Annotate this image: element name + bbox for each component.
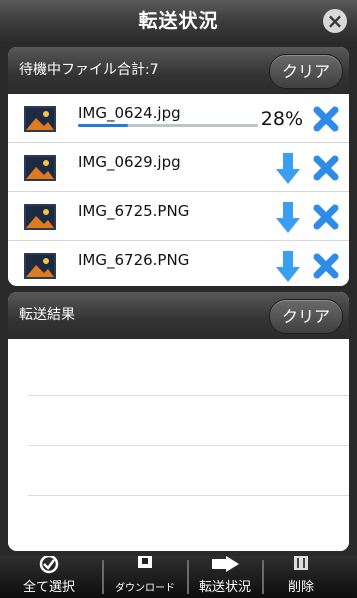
download-arrow-icon [276, 153, 300, 184]
toolbar-divider [102, 560, 104, 594]
select-all-button[interactable]: 全て選択 [0, 556, 98, 598]
transfer-panel: 待機中ファイル合計:7 クリア IMG_0624.jpg 28% IMG_062… [0, 42, 357, 556]
queue-clear-button[interactable]: クリア [269, 54, 343, 89]
image-file-icon [24, 253, 56, 279]
queue-count-label: 待機中ファイル合計:7 [19, 62, 159, 78]
list-item[interactable]: IMG_0624.jpg 28% [8, 94, 349, 143]
trash-icon [294, 556, 308, 570]
queue-section: 待機中ファイル合計:7 クリア IMG_0624.jpg 28% IMG_062… [8, 47, 349, 286]
download-icon [138, 556, 152, 568]
cancel-icon[interactable] [313, 253, 339, 279]
download-label: ダウンロード [115, 583, 175, 594]
transfer-status-label: 転送状況 [198, 580, 251, 595]
queue-header: 待機中ファイル合計:7 クリア [8, 47, 349, 94]
check-circle-icon [39, 556, 59, 574]
results-header: 転送結果 クリア [8, 292, 349, 339]
file-name: IMG_6726.PNG [78, 251, 190, 269]
progress-fill [78, 124, 129, 127]
close-button[interactable]: × [323, 9, 347, 33]
file-name: IMG_6725.PNG [78, 202, 190, 220]
divider [28, 495, 349, 496]
cancel-icon[interactable] [313, 155, 339, 181]
divider [28, 445, 349, 446]
transfer-status-button[interactable]: 転送状況 [191, 556, 259, 598]
results-section: 転送結果 クリア [8, 292, 349, 551]
bottom-toolbar: 全て選択 ダウンロード 転送状況 削除 [0, 556, 357, 598]
cancel-icon[interactable] [313, 204, 339, 230]
toolbar-divider [262, 560, 264, 594]
results-list[interactable] [8, 339, 349, 551]
image-file-icon [24, 106, 56, 132]
file-name: IMG_0629.jpg [78, 153, 181, 171]
close-icon: × [326, 9, 344, 33]
queue-list[interactable]: IMG_0624.jpg 28% IMG_0629.jpg IMG_6725.P… [8, 94, 349, 286]
progress-bar [78, 124, 258, 127]
file-name: IMG_0624.jpg [78, 104, 181, 122]
list-item[interactable]: IMG_0629.jpg [8, 143, 349, 192]
results-clear-button[interactable]: クリア [269, 299, 343, 334]
list-item[interactable]: IMG_6726.PNG [8, 241, 349, 286]
cancel-icon[interactable] [313, 106, 339, 132]
delete-button[interactable]: 削除 [266, 556, 336, 598]
select-all-label: 全て選択 [22, 580, 75, 595]
results-label: 転送結果 [19, 307, 75, 323]
list-item[interactable]: IMG_6725.PNG [8, 192, 349, 241]
download-arrow-icon [276, 251, 300, 282]
toolbar-divider [187, 560, 189, 594]
image-file-icon [24, 155, 56, 181]
page-title: 転送状況 [138, 10, 219, 32]
transfer-arrow-icon [212, 556, 239, 572]
divider [28, 395, 349, 396]
download-arrow-icon [276, 202, 300, 233]
title-bar: 転送状況 × [0, 0, 357, 42]
image-file-icon [24, 204, 56, 230]
delete-label: 削除 [287, 580, 314, 595]
download-button[interactable]: ダウンロード [106, 556, 184, 598]
progress-percent: 28% [260, 108, 303, 130]
